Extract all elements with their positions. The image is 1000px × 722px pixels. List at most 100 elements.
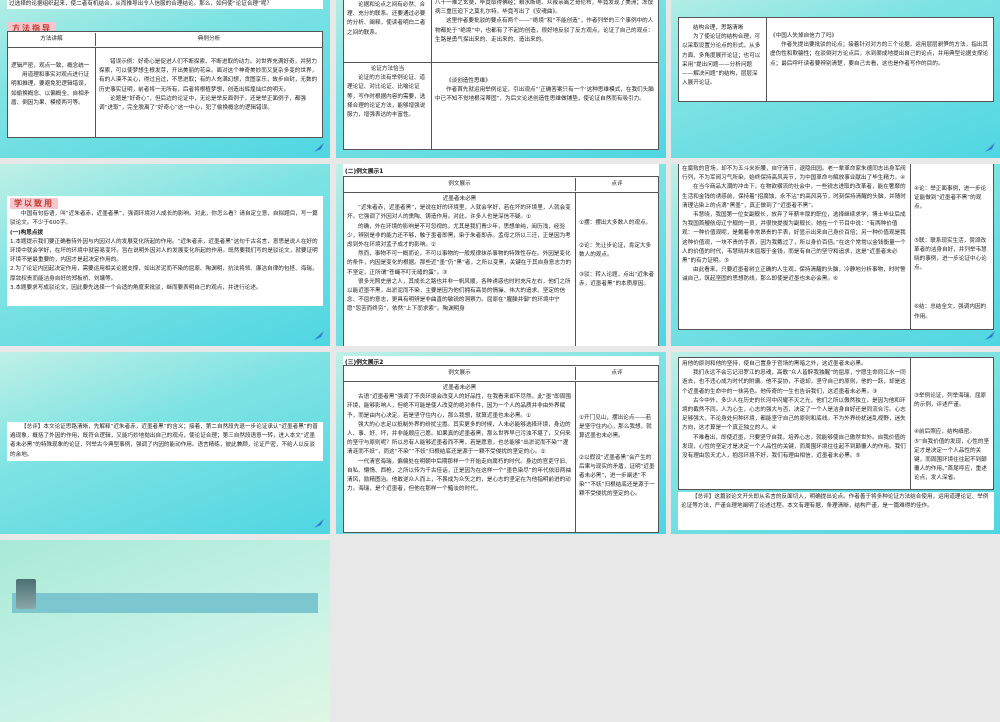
method-body: 为了使论证的结构合理，可以采取设置分论点的形式，从多方面、多角度展开论证；也可以… xyxy=(682,34,761,87)
comment-cell: ①摆：摆出大多数人的观点。 ②论：先让步论证，肯定大多数人的观点。 ③驳：转入论… xyxy=(576,193,658,346)
title-bar xyxy=(343,164,659,176)
example-p: 错误示例：好奇心是促进人们不断探索、不断进取的动力。对世界充满好奇，并努力探索，… xyxy=(99,59,318,93)
essay-para: 在当今商品大潮的冲击下，在物欲横流的社会中，一些锐志进取的改革者，能在奢靡的生活… xyxy=(682,184,906,209)
prompt-text: 中国有句俗语，叫“近朱者赤，近墨者黑”，强调环境对人成长的影响。对此，你怎么看？… xyxy=(10,211,318,227)
essay-para: 很多光照史册之人，其成长之路也并非一帆风顺，各种诱惑也时时充斥左右，他们之所以能… xyxy=(347,278,571,313)
method-table: 论据和论点之间有必然、合理、充分的联系。还要通过必要的分析、阐释，使读者明白二者… xyxy=(343,0,659,150)
point-item: 2.为了论证内因起决定作用，需要运用相关论据支撑，如出淤泥而不染的屈原、陶渊明，… xyxy=(10,266,318,282)
essay-para: 一代清官海瑞，偏偏处在明朝中后期那样一个开始走向腐朽的时代。身边的官吏守旧、自私… xyxy=(347,458,571,493)
comment: ④前后照应，结构缜密。 xyxy=(914,429,975,436)
essay-table: 用他的原则和他的坚持，使自己置身于官场的黑暗之外，这近墨者未必黑。 我们永远不会… xyxy=(678,357,994,490)
essay-title: 近墨者未必黑 xyxy=(442,385,477,391)
example-p: 论题是“好奇心”，但后边的论证中，无论是举反面例子，还是举正面例子，都强调“进取… xyxy=(99,95,306,112)
method-body: 用道理和事实对观点进行证明和推理，要避免犯逻辑错误，如偷换概念、以偏概全、自相矛… xyxy=(11,72,90,106)
essay-cell: 在腐败的官场，却不为五斗米折腰，自守清节，退隐田园。老一辈革命家朱德同志出身军阀… xyxy=(679,164,911,329)
essay-table: 在腐败的官场，却不为五斗米折腰，自守清节，退隐田园。老一辈革命家朱德同志出身军阀… xyxy=(678,164,994,330)
slide-thumbnail-8[interactable]: (三)例文展示2 例文展示 点评 近墨者未必黑 古语“近墨者黑”强调了不良环境会改… xyxy=(336,352,666,534)
example-title: 《谈创造性思维》 xyxy=(446,78,491,84)
comment: ③驳：转入论题，点出“近朱者赤，近墨者黑”的本质原因。 xyxy=(579,271,655,287)
method-cell: 结构合理，思路清晰为了使论证的结构合理，可以采取设置分论点的形式，从多方面、多角… xyxy=(679,18,767,101)
method-table: 方法讲解 典例分析 逻辑严密，观点一致，概念统一用道理和事实对观点进行证明和推理，… xyxy=(7,31,323,138)
section-title: (一)构思点拨 xyxy=(10,229,44,236)
essay-table: 例文展示 点评 近墨者未必黑 古语“近墨者黑”强调了不良环境会改变人的好品性，在我… xyxy=(343,365,659,533)
method-body: 论据和论点之间有必然、合理、充分的联系。还要通过必要的分析、阐释，使读者明白二者… xyxy=(347,2,426,36)
essay-para: “近朱者赤，近墨者黑”，是说在好的环境里，人就会学好，若在坏的环境里，人就会变坏… xyxy=(347,205,571,221)
method-table: 结构合理，思路清晰为了使论证的结构合理，可以采取设置分论点的形式，从多方面、多角… xyxy=(678,17,994,102)
summary-box: 【总评】这篇驳论文开头即从名言的反面切入，明确提出论点。作者善于将多种论证方法结… xyxy=(678,492,994,530)
essay-para: 的确，外在环境的影响是不可忽视的。尤其是我们青少年，思想单纯，阅历浅，经验少，辨… xyxy=(347,223,571,249)
method-title: 结构合理，思路清晰 xyxy=(693,25,744,31)
point-item: 1.本题提示我们要正确看待外因与内因对人的发展变化所起的作用。“近朱者赤，近墨者… xyxy=(10,238,318,264)
essay-para: 然而，事物不可一概而论，不可以事物的一般规律抹杀事物的特殊性存在。外因是变化的条… xyxy=(347,251,572,276)
slide-thumbnail-7[interactable]: 【总评】本文论证思路清晰，先解释“近朱者赤，近墨者黑”的含义；接着，第二自然段先… xyxy=(0,352,330,534)
section-title: (二)例文展示1 xyxy=(345,169,384,175)
comment: ⑥结：总结全文，强调内因的作用。 xyxy=(914,304,987,320)
point-item: 3.本题要求写成驳论文，因此要先选择一个合适的角度来批驳，继而要表明自己的观点，… xyxy=(10,284,262,291)
comment-cell: ④论：举正面事例，进一步论证能做到“近墨者不黑”的观点。 ⑤联：联系现实生活，赞… xyxy=(911,164,993,329)
method-title: 逻辑严密，观点一致，概念统一 xyxy=(11,63,90,69)
example-p: 作者首先就运用举例论证，引出观点“‘正确答案只有一个’这种思维模式，在我们头脑中… xyxy=(435,87,654,103)
parrot-logo-icon xyxy=(314,331,324,340)
example-cell: 《中国人失掉自信力了吗》作者先提出要批驳的论点；接着针对对方的三个论据，运用层层… xyxy=(767,18,993,101)
col-header: 点评 xyxy=(611,180,623,187)
comment: ③举例论证，列举海瑞、屈原的示例，评述严谨。 xyxy=(914,393,987,409)
comment-cell: ③举例论证，列举海瑞、屈原的示例，评述严谨。 ④前后照应，结构缜密。 ⑤“自我价… xyxy=(911,358,993,489)
essay-cell: 用他的原则和他的坚持，使自己置身于官场的黑暗之外，这近墨者未必黑。 我们永远不会… xyxy=(679,358,911,489)
practice-heading: 学以致用 xyxy=(10,198,58,210)
slide-thumbnail-10[interactable] xyxy=(0,540,330,722)
example-cell: 《谈创造性思维》作者首先就运用举例论证，引出观点“‘正确答案只有一个’这种思维模… xyxy=(432,63,658,149)
comment-cell: ①开门见山，摆出论点——若是坚守住内心，那么我想，就算近墨也未必黑。 ②以假设“… xyxy=(576,382,658,532)
parrot-logo-icon xyxy=(985,143,995,152)
practice-box: 学以致用 中国有句俗语，叫“近朱者赤，近墨者黑”，强调环境对人成长的影响。对此，… xyxy=(7,196,323,306)
essay-para: 强大的心志足以抵制外界的纷扰尘嚣。其实更多的时候，人未必能够选择环境，身边的人、… xyxy=(347,421,571,456)
slide-thumbnail-9[interactable]: 用他的原则和他的坚持，使自己置身于官场的黑暗之外，这近墨者未必黑。 我们永远不会… xyxy=(671,352,1000,534)
intro-text: 过选择的论据组织起来，使二者有机结合，从而推导出令人信服的合理结论。那么，如何使… xyxy=(7,0,323,10)
summary-box: 【总评】本文论证思路清晰，先解释“近朱者赤，近墨者黑”的含义；接着，第二自然段先… xyxy=(7,422,323,461)
essay-cell: 近墨者未必黑 “近朱者赤，近墨者黑”，是说在好的环境里，人就会学好，若在坏的环境… xyxy=(344,193,576,346)
essay-para: 古语“近墨者黑”强调了不良环境会改变人的好品性，在我看来却不尽然。此“墨”即周围… xyxy=(347,394,571,419)
col-header: 方法讲解 xyxy=(8,32,96,47)
comment: ⑤“自我价值的发现，心性的坚定才是决定一个人品性的关键，而周围环境往往起不到颠覆… xyxy=(914,438,990,482)
example-title: 《中国人失掉自信力了吗》 xyxy=(770,33,838,39)
cover-photo xyxy=(16,579,36,609)
essay-cell: 近墨者未必黑 古语“近墨者黑”强调了不良环境会改变人的好品性，在我看来却不尽然。… xyxy=(344,382,576,532)
essay-para: 由此看来，只要近墨者树立正确的人生观，保持清醒的头脑，冷静地分析事物，时时警诫自… xyxy=(682,267,906,283)
slide-thumbnail-1[interactable]: 过选择的论据组织起来，使二者有机结合，从而推导出令人信服的合理结论。那么，如何使… xyxy=(0,0,330,158)
example-p: 八十一难之玄奘，毕竟取得佛经；粮水断绝、众叛亲离之哥伦布，毕竟发现了美洲；冻馁病… xyxy=(435,0,654,16)
slide-thumbnail-6[interactable]: 在腐败的官场，却不为五斗米折腰，自守清节，退隐田园。老一辈革命家朱德同志出身军阀… xyxy=(671,164,1000,346)
comment: ①摆：摆出大多数人的观点。 xyxy=(579,220,652,226)
slide-thumbnail-5[interactable]: (二)例文展示1 例文展示 点评 近墨者未必黑 “近朱者赤，近墨者黑”，是说在好的… xyxy=(336,164,666,346)
slide-thumbnail-4[interactable]: 学以致用 中国有句俗语，叫“近朱者赤，近墨者黑”，强调环境对人成长的影响。对此，… xyxy=(0,164,330,346)
slide-thumbnail-3[interactable]: 结构合理，思路清晰为了使论证的结构合理，可以采取设置分论点的形式，从多方面、多角… xyxy=(671,0,1000,158)
example-cell: 八十一难之玄奘，毕竟取得佛经；粮水断绝、众叛亲离之哥伦布，毕竟发现了美洲；冻馁病… xyxy=(432,0,658,62)
method-cell: 逻辑严密，观点一致，概念统一用道理和事实对观点进行证明和推理，要避免犯逻辑错误，… xyxy=(8,48,96,137)
example-p: 作者先提出要批驳的论点；接着针对对方的三个论据，运用层层剥笋的方法，指出其虚伪性… xyxy=(770,42,989,67)
example-p: 这里作者要批驳的要点有两个——“绝境”和“不能创造”，作者列举的三个事例中的人物… xyxy=(435,18,654,43)
comment: ①开门见山，摆出论点——若是坚守住内心，那么我想，就算近墨也未必黑。 xyxy=(579,415,652,440)
method-cell: 论据和论点之间有必然、合理、充分的联系。还要通过必要的分析、阐释，使读者明白二者… xyxy=(344,0,432,62)
practice-heading-tag: 学以致用 xyxy=(10,198,320,210)
essay-para: 古今中外，多少人在历史的长河中闪耀不灭之光，他们之所以傲然独立，是因为他和环境的… xyxy=(682,397,906,432)
col-header: 典例分析 xyxy=(197,35,221,42)
essay-para: 不难看出，即使近墨，只要坚守自我，培养心志，就能够使自己傲然世外。自我价值的发现… xyxy=(682,434,906,460)
col-header: 例文展示 xyxy=(344,177,576,192)
method-cell: 论证方法恰当论证的方法有举例论证、道理论证、对比论证、比喻论证等，写作时根据内容… xyxy=(344,63,432,149)
title-banner xyxy=(12,593,318,613)
comment: ②以假设“近墨者黑”会产生的后果与现实的矛盾，证明“近墨者未必黑”，进一步阐述“… xyxy=(579,454,655,498)
example-cell: 错误示例：好奇心是促进人们不断探索、不断进取的动力。对世界充满好奇，并努力探索，… xyxy=(96,48,322,137)
method-body: 论证的方法有举例论证、道理论证、对比论证、比喻论证等，写作时根据内容的需要，选择… xyxy=(347,75,426,119)
slide-thumbnail-2[interactable]: 论据和论点之间有必然、合理、充分的联系。还要通过必要的分析、阐释，使读者明白二者… xyxy=(336,0,666,158)
method-title: 论证方法恰当 xyxy=(370,66,405,72)
comment: ⑤联：联系现实生活，赞颂改革者的洁身自好，并列举韦慧晓的事例，进一步论证中心论点… xyxy=(914,237,987,272)
col-header: 点评 xyxy=(611,369,623,376)
essay-title: 近墨者未必黑 xyxy=(442,196,477,202)
parrot-logo-icon xyxy=(985,331,995,340)
essay-para: 在腐败的官场，却不为五斗米折腰，自守清节，退隐田园。老一辈革命家朱德同志出身军阀… xyxy=(682,166,906,182)
essay-table: 例文展示 点评 近墨者未必黑 “近朱者赤，近墨者黑”，是说在好的环境里，人就会学好… xyxy=(343,176,659,346)
parrot-logo-icon xyxy=(314,519,324,528)
comment: ②论：先让步论证，肯定大多数人的观点。 xyxy=(579,243,652,259)
comment: ④论：举正面事例，进一步论证能做到“近墨者不黑”的观点。 xyxy=(914,186,987,211)
essay-para: 我们永远不会忘记汨罗江的忠魂，高歌“众人皆醉我独醒”的屈原，宁愿生命同江水一同逝… xyxy=(682,370,906,395)
col-header: 例文展示 xyxy=(344,366,576,381)
essay-para: 韦慧晓，我国第一位女副舰长，放弃了年薪丰厚的职位，选择继续求学，博士毕业后成为我… xyxy=(682,212,906,265)
